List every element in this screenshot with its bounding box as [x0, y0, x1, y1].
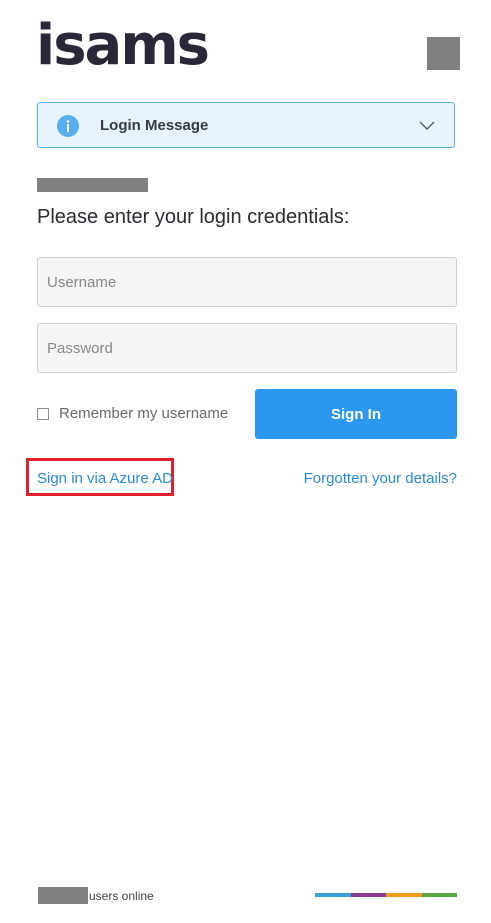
- username-input[interactable]: [37, 257, 457, 307]
- forgotten-details-link[interactable]: Forgotten your details?: [304, 470, 457, 487]
- login-message-label: Login Message: [100, 117, 209, 134]
- users-online-label: users online: [89, 889, 154, 903]
- stripe-segment-blue: [315, 893, 351, 897]
- stripe-segment-orange: [386, 893, 422, 897]
- stripe-segment-purple: [350, 893, 386, 897]
- chevron-down-icon[interactable]: [418, 117, 436, 135]
- password-input[interactable]: [37, 323, 457, 373]
- redacted-image: [427, 37, 460, 70]
- sign-in-azure-ad-link[interactable]: Sign in via Azure AD: [37, 470, 173, 487]
- redacted-text: [37, 178, 148, 192]
- remember-username-label: Remember my username: [59, 405, 229, 422]
- brand-color-stripe: [315, 893, 457, 897]
- sign-in-button[interactable]: Sign In: [255, 389, 457, 439]
- stripe-segment-green: [421, 893, 457, 897]
- checkbox-box[interactable]: [37, 407, 49, 420]
- login-prompt: Please enter your login credentials:: [37, 206, 350, 228]
- info-icon: [57, 115, 79, 137]
- login-page: isams Login Message Please enter your lo…: [0, 0, 491, 923]
- login-message-accordion[interactable]: Login Message: [37, 102, 455, 148]
- remember-username-checkbox[interactable]: Remember my username: [37, 405, 228, 422]
- redacted-user-count: [38, 887, 88, 904]
- isams-logo: isams: [36, 13, 210, 78]
